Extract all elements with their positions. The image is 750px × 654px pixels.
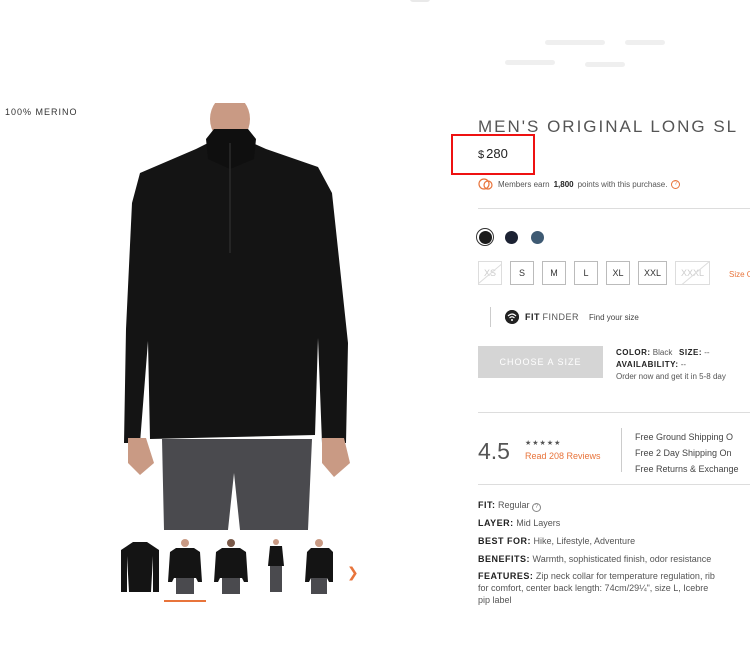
- availability-value: --: [680, 360, 687, 369]
- spec-features: FEATURES: Zip neck collar for temperatur…: [478, 571, 715, 605]
- color-swatches: [476, 228, 546, 246]
- size-option-s[interactable]: S: [510, 261, 535, 285]
- divider: [478, 208, 750, 209]
- fit-finder-icon: [505, 310, 519, 324]
- rewards-icon: [478, 178, 493, 190]
- header-menu-faded: [505, 40, 675, 80]
- size-option-m[interactable]: M: [542, 261, 567, 285]
- shipping-perks: Free Ground Shipping O Free 2 Day Shippi…: [635, 429, 739, 477]
- size-option-xxl[interactable]: XXL: [638, 261, 668, 285]
- delivery-estimate: Order now and get it in 5-8 day: [616, 372, 726, 381]
- selected-size: --: [704, 348, 710, 357]
- spec-best-for: BEST FOR: Hike, Lifestyle, Adventure: [478, 536, 636, 546]
- size-guide-link[interactable]: Size G: [729, 270, 750, 279]
- spec-fit: FIT: Regular ?: [478, 496, 750, 514]
- perk-2day-shipping[interactable]: Free 2 Day Shipping On: [635, 445, 739, 461]
- product-specs: FIT: Regular ? LAYER: Mid Layers BEST FO…: [478, 496, 750, 606]
- perk-ground-shipping[interactable]: Free Ground Shipping O: [635, 429, 739, 445]
- help-icon[interactable]: ?: [532, 502, 542, 512]
- divider: [621, 428, 622, 472]
- chevron-right-icon[interactable]: ❯: [347, 566, 361, 580]
- thumbnail-model-side[interactable]: [299, 538, 341, 596]
- thumbnail-front-flat[interactable]: [119, 538, 161, 596]
- star-rating-icon: ★★★★★: [525, 439, 562, 447]
- read-reviews-link[interactable]: Read 208 Reviews: [525, 451, 601, 461]
- size-option-xl[interactable]: XL: [606, 261, 631, 285]
- size-option-xxxl[interactable]: XXXL: [675, 261, 711, 285]
- merino-badge: 100% MERINO: [5, 107, 78, 117]
- fit-finder-subtitle: Find your size: [589, 312, 639, 322]
- spec-benefits: BENEFITS: Warmth, sophisticated finish, …: [478, 554, 712, 564]
- size-option-l[interactable]: L: [574, 261, 599, 285]
- rating-value: 4.5: [478, 438, 510, 464]
- price-value: 280: [486, 146, 508, 161]
- thumbnail-model-back[interactable]: [210, 538, 252, 596]
- fit-finder[interactable]: FIT FINDER Find your size: [490, 307, 639, 327]
- currency-symbol: $: [478, 149, 485, 161]
- product-price: $280: [478, 146, 508, 161]
- selected-color: Black: [652, 348, 673, 357]
- availability-info: COLOR: Black SIZE: -- AVAILABILITY: -- O…: [616, 348, 726, 381]
- size-option-xs[interactable]: XS: [478, 261, 503, 285]
- size-selector: XS S M L XL XXL XXXL: [478, 261, 711, 285]
- members-prefix: Members earn: [498, 179, 550, 189]
- members-points: Members earn 1,800 points with this purc…: [478, 178, 681, 190]
- members-points-value: 1,800: [553, 179, 574, 189]
- color-swatch-black[interactable]: [476, 228, 494, 246]
- color-swatch-slate-blue[interactable]: [528, 228, 546, 246]
- color-swatch-navy[interactable]: [502, 228, 520, 246]
- thumbnail-model-front[interactable]: [164, 538, 206, 596]
- fit-finder-brand: FIT FINDER: [525, 312, 580, 322]
- product-main-image[interactable]: [110, 103, 370, 530]
- divider: [478, 412, 750, 413]
- active-thumbnail-indicator: [164, 600, 206, 602]
- perk-free-returns[interactable]: Free Returns & Exchange: [635, 461, 739, 477]
- thumbnail-strip: ❯: [115, 538, 375, 608]
- members-suffix: points with this purchase.: [577, 179, 668, 189]
- header-logo-faded: [360, 0, 510, 8]
- thumbnail-model-full[interactable]: [255, 538, 297, 596]
- choose-size-button[interactable]: CHOOSE A SIZE: [478, 346, 603, 378]
- help-icon[interactable]: ?: [671, 179, 681, 189]
- spec-layer: LAYER: Mid Layers: [478, 518, 561, 528]
- divider: [478, 484, 750, 485]
